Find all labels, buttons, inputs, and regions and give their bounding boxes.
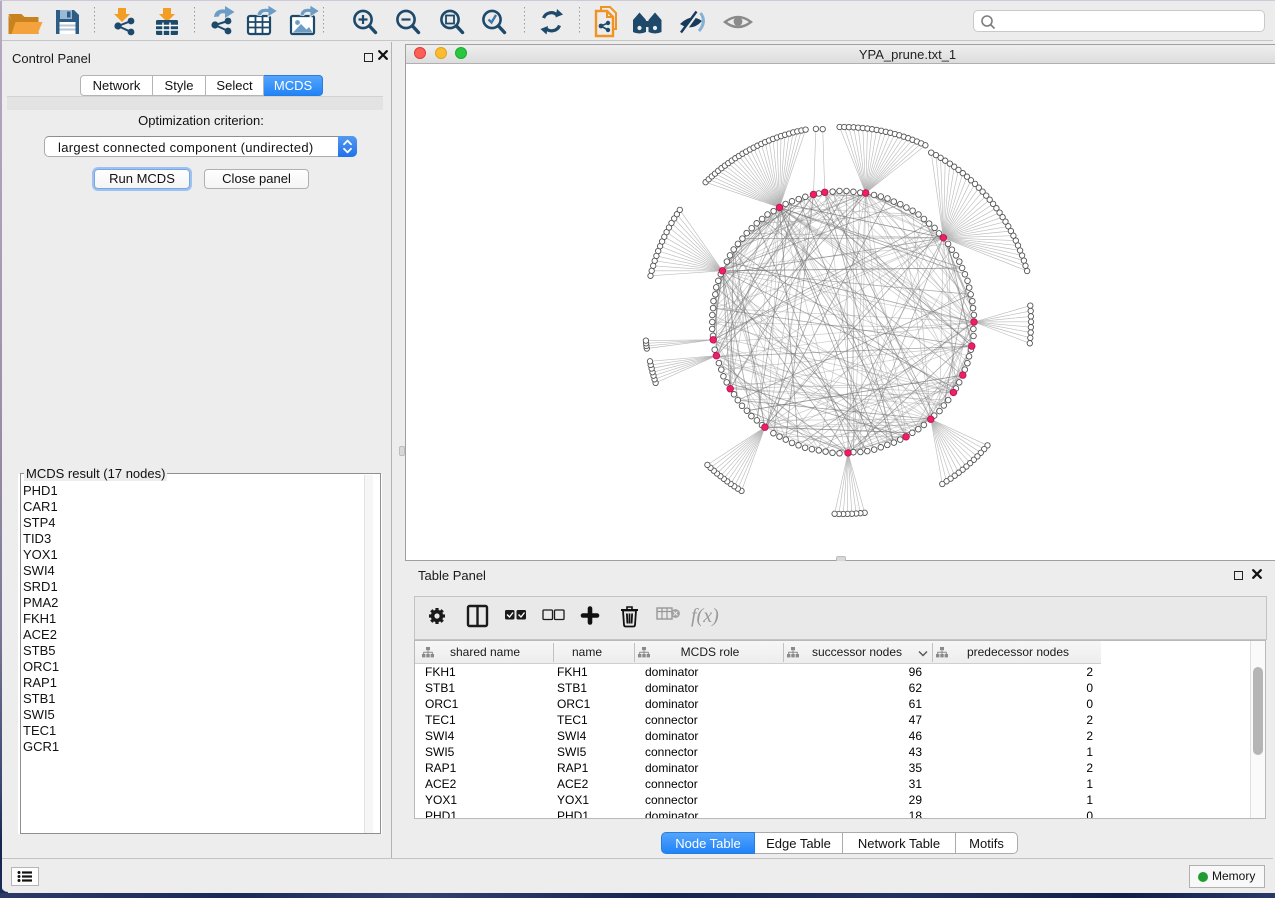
svg-text:f(x): f(x) [691,605,719,627]
